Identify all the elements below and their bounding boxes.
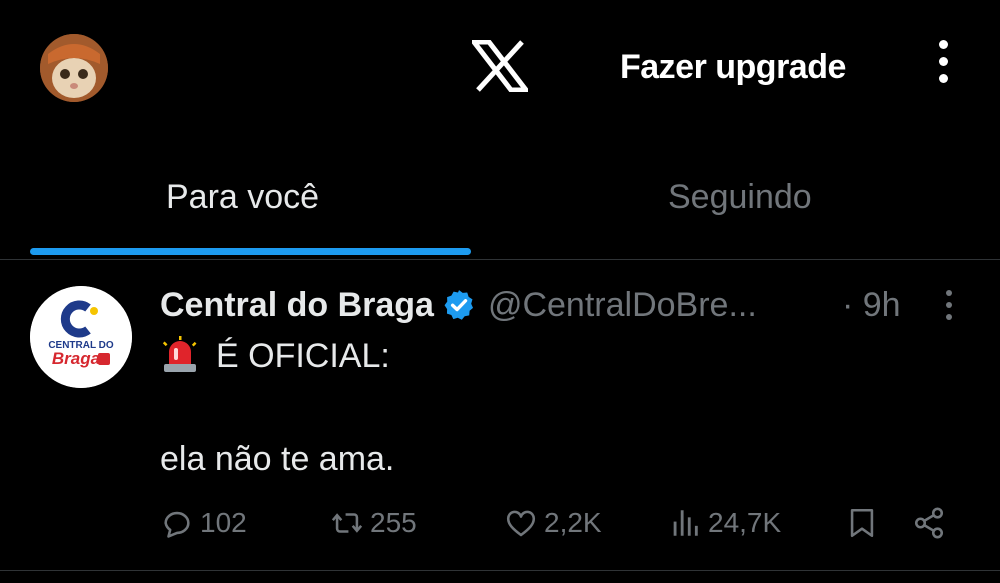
svg-text:Braga: Braga: [52, 349, 100, 368]
siren-emoji-icon: [162, 336, 197, 372]
tweet-time[interactable]: · 9h: [842, 282, 901, 328]
views-bar-chart-icon: [673, 510, 698, 536]
bookmark-icon: [850, 508, 874, 538]
reply-icon: [164, 511, 190, 538]
author-name[interactable]: Central do Braga: [160, 286, 434, 325]
verified-badge-icon: [444, 290, 473, 320]
more-options-icon[interactable]: [930, 40, 956, 96]
tab-for-you[interactable]: Para você: [166, 178, 319, 217]
central-do-braga-logo: CENTRAL DO Braga: [30, 286, 132, 388]
retweet-icon: [331, 513, 363, 533]
upgrade-button[interactable]: Fazer upgrade: [620, 48, 846, 87]
cat-avatar-icon: [40, 34, 108, 102]
views-count: 24,7K: [708, 507, 782, 538]
retweet-button[interactable]: 255: [330, 506, 417, 540]
share-button[interactable]: [912, 506, 952, 540]
retweet-count: 255: [370, 507, 417, 538]
tweet-actions: 102 255 2,2K 24,7K: [160, 506, 960, 546]
tweet-header: Central do Braga @CentralDoBre...: [160, 282, 757, 328]
tweet-text-line1: É OFICIAL:: [160, 336, 390, 376]
active-tab-indicator: [30, 248, 471, 255]
tweet-author-avatar[interactable]: CENTRAL DO Braga: [30, 286, 132, 388]
like-count: 2,2K: [544, 507, 602, 538]
bookmark-button[interactable]: [845, 506, 885, 540]
tweet-text-line2: ela não te ama.: [160, 440, 395, 478]
like-button[interactable]: 2,2K: [504, 506, 602, 540]
user-avatar[interactable]: [40, 34, 108, 102]
author-handle[interactable]: @CentralDoBre...: [488, 286, 757, 325]
heart-icon: [506, 510, 536, 537]
tweet-text-official: É OFICIAL:: [216, 336, 390, 375]
bottom-divider: [0, 570, 1000, 571]
x-logo-icon[interactable]: [472, 40, 528, 92]
reply-button[interactable]: 102: [160, 506, 247, 540]
reply-count: 102: [200, 507, 247, 538]
top-bar: Fazer upgrade: [0, 0, 1000, 140]
tweet[interactable]: CENTRAL DO Braga Central do Braga @Centr…: [0, 260, 1000, 583]
views-button[interactable]: 24,7K: [668, 506, 781, 540]
tab-following[interactable]: Seguindo: [668, 178, 812, 217]
timeline-tabs: Para você Seguindo: [0, 150, 1000, 260]
share-icon: [914, 507, 944, 539]
tweet-more-icon[interactable]: [942, 290, 956, 326]
